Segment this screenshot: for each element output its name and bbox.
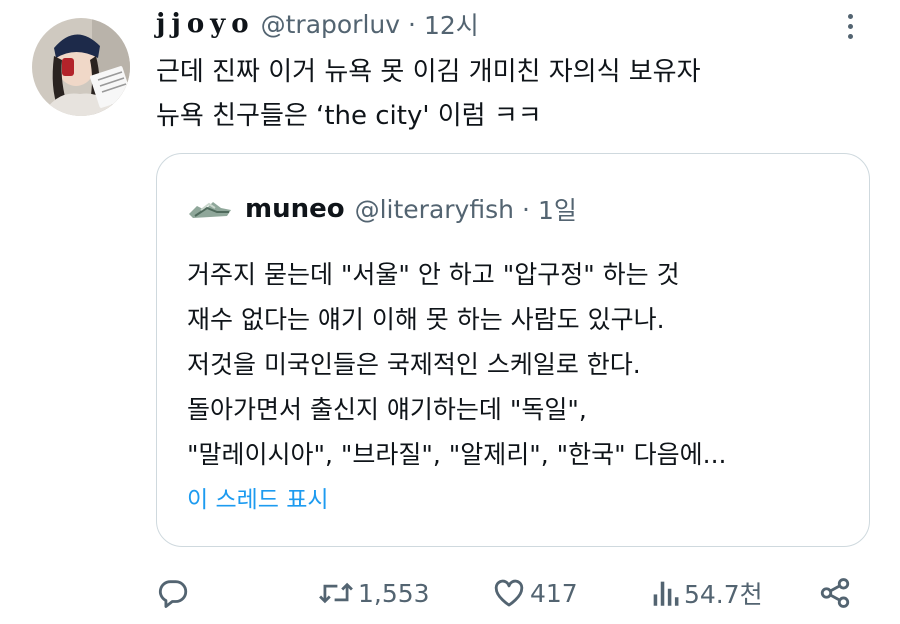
quoted-author-display-name[interactable]: muneo: [245, 194, 345, 224]
retweet-count: 1,553: [358, 578, 430, 608]
quoted-text-line: 재수 없다는 얘기 이해 못 하는 사람도 있구나.: [187, 305, 665, 334]
share-icon: [820, 578, 850, 608]
tweet-text-line: 근데 진짜 이거 뉴욕 못 이김 개미친 자의식 보유자: [156, 57, 701, 87]
quoted-author-avatar[interactable]: [187, 196, 233, 222]
retweet-icon: [319, 582, 353, 604]
show-thread-link[interactable]: 이 스레드 표시: [187, 480, 329, 514]
author-handle[interactable]: @traporluv: [261, 10, 400, 39]
tweet-timestamp[interactable]: 12시: [424, 6, 479, 42]
author-avatar[interactable]: [32, 18, 130, 116]
separator-dot: ·: [521, 194, 530, 224]
more-vertical-icon[interactable]: [838, 6, 862, 46]
author-display-name[interactable]: jjoyo: [156, 9, 255, 39]
quoted-text-line: "말레이시아", "브라질", "알제리", "한국" 다음에...: [187, 440, 727, 469]
quoted-text-line: 저것을 미국인들은 국제적인 스케일로 한다.: [187, 350, 641, 379]
quoted-author-handle[interactable]: @literaryfish: [355, 195, 514, 224]
bar-chart-icon: [653, 581, 679, 606]
views-button[interactable]: 54.7천: [650, 568, 763, 618]
quoted-tweet-text: 거주지 묻는데 "서울" 안 하고 "압구정" 하는 것 재수 없다는 얘기 이…: [187, 252, 726, 477]
reply-icon: [158, 580, 188, 608]
retweet-button[interactable]: 1,553: [318, 568, 430, 618]
separator-dot: ·: [408, 9, 416, 39]
quoted-tweet-timestamp[interactable]: 1일: [538, 191, 577, 227]
quoted-text-line: 거주지 묻는데 "서울" 안 하고 "압구정" 하는 것: [187, 260, 680, 289]
tweet-text-line: 뉴욕 친구들은 ‘the city' 이럼 ㅋㅋ: [156, 101, 542, 131]
quoted-tweet-card[interactable]: muneo @literaryfish · 1일 거주지 묻는데 "서울" 안 …: [156, 153, 870, 547]
tweet-header: jjoyo @traporluv · 12시: [156, 6, 479, 42]
heart-icon: [494, 579, 524, 607]
reply-button[interactable]: [156, 568, 194, 618]
like-button[interactable]: 417: [492, 568, 578, 618]
tweet-text: 근데 진짜 이거 뉴욕 못 이김 개미친 자의식 보유자 뉴욕 친구들은 ‘th…: [156, 50, 856, 138]
tweet-action-bar: 1,553 417 54.7천: [156, 568, 866, 618]
view-count: 54.7천: [684, 580, 763, 609]
like-count: 417: [530, 578, 578, 608]
share-button[interactable]: [818, 568, 852, 618]
quoted-text-line: 돌아가면서 출신지 얘기하는데 "독일",: [187, 395, 587, 424]
quoted-tweet-header: muneo @literaryfish · 1일: [187, 190, 577, 228]
